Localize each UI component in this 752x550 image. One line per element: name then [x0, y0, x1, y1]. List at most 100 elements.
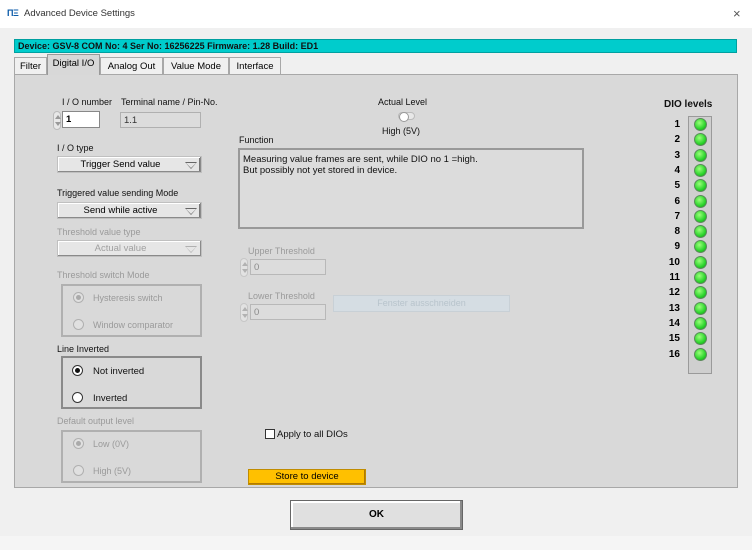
inverted-label: Inverted	[93, 393, 128, 404]
threshold-type-value: Actual value	[94, 243, 147, 254]
dio-led-icon	[694, 316, 707, 330]
close-icon[interactable]: ×	[733, 6, 741, 21]
dio-led-icon	[694, 255, 707, 269]
ok-button[interactable]: OK	[290, 500, 463, 530]
dio-row: 2	[664, 133, 714, 148]
tab-value-mode[interactable]: Value Mode	[163, 57, 229, 75]
upper-threshold-stepper[interactable]	[240, 258, 248, 277]
dio-number: 14	[668, 317, 680, 329]
dio-led-icon	[694, 301, 707, 315]
dio-row: 16	[664, 347, 714, 363]
device-info-bar: Device: GSV-8 COM No: 4 Ser No: 16256225…	[14, 39, 737, 53]
apply-all-checkbox[interactable]	[265, 429, 275, 439]
apply-all-label: Apply to all DIOs	[277, 429, 348, 440]
not-inverted-label: Not inverted	[93, 366, 145, 377]
dio-number: 9	[674, 241, 680, 253]
high-radio[interactable]	[73, 465, 84, 476]
not-inverted-radio[interactable]	[72, 365, 83, 376]
store-to-device-button[interactable]: Store to device	[248, 469, 366, 485]
io-type-label: I / O type	[57, 143, 94, 153]
threshold-type-label: Threshold value type	[57, 227, 141, 237]
dio-levels-title: DIO levels	[664, 99, 713, 110]
dio-number: 11	[669, 272, 680, 283]
trig-mode-select[interactable]: Send while active	[57, 202, 202, 219]
default-output-label: Default output level	[57, 416, 135, 426]
dio-number: 4	[674, 164, 680, 176]
dio-number: 5	[674, 180, 680, 192]
low-radio[interactable]	[73, 438, 84, 449]
io-type-value: Trigger Send value	[80, 159, 161, 170]
io-number-stepper[interactable]	[53, 111, 61, 130]
dio-led-icon	[694, 194, 707, 208]
dio-number: 16	[668, 348, 680, 360]
lower-threshold-label: Lower Threshold	[248, 291, 315, 301]
high-label: High (5V)	[93, 466, 132, 476]
dio-led-icon	[694, 133, 707, 147]
threshold-switch-label: Threshold switch Mode	[57, 270, 150, 280]
dio-number: 2	[674, 134, 680, 146]
dio-number: 15	[668, 333, 680, 345]
dio-led-icon	[694, 286, 707, 300]
title-bar: ΠΞ Advanced Device Settings ×	[0, 0, 752, 28]
chevron-down-icon	[185, 162, 197, 169]
inverted-radio[interactable]	[72, 392, 83, 403]
actual-level-toggle	[398, 112, 415, 122]
tab-interface[interactable]: Interface	[229, 57, 281, 75]
actual-level-label: Actual Level	[378, 97, 428, 107]
io-type-select[interactable]: Trigger Send value	[57, 156, 202, 173]
upper-threshold-input[interactable]: 0	[250, 259, 326, 275]
dio-row: 7	[664, 209, 714, 225]
io-number-label: I / O number	[62, 97, 113, 107]
combo-separator	[199, 204, 200, 217]
dio-number: 6	[674, 195, 680, 207]
tab-digital-io[interactable]: Digital I/O	[47, 54, 100, 75]
dio-led-icon	[694, 148, 707, 162]
dio-led-icon	[694, 163, 707, 177]
trig-mode-label: Triggered value sending Mode	[57, 188, 179, 198]
dio-number: 7	[674, 210, 680, 222]
window-comparator-label: Window comparator	[93, 320, 174, 330]
combo-separator	[199, 158, 200, 171]
dio-number: 12	[668, 287, 680, 299]
dio-number: 10	[668, 256, 680, 268]
tab-analog-out[interactable]: Analog Out	[100, 57, 163, 75]
trig-mode-value: Send while active	[83, 205, 158, 216]
window-title: Advanced Device Settings	[24, 8, 135, 19]
dio-row: 3	[664, 148, 714, 164]
function-textarea: Measuring value frames are sent, while D…	[238, 148, 584, 229]
line-inverted-group	[61, 356, 202, 409]
dio-number: 3	[674, 149, 680, 161]
dio-row: 1	[664, 118, 714, 133]
function-text-line1: Measuring value frames are sent, while D…	[243, 154, 478, 165]
dio-row: 6	[664, 194, 714, 210]
default-output-group	[61, 430, 202, 483]
terminal-name-field: 1.1	[120, 112, 201, 128]
dio-led-icon	[694, 179, 707, 193]
dio-row: 12	[664, 286, 714, 301]
dio-row: 4	[664, 163, 714, 179]
hysteresis-radio[interactable]	[73, 292, 84, 303]
status-strip	[0, 536, 752, 550]
tab-filter[interactable]: Filter	[14, 57, 47, 75]
threshold-type-select[interactable]: Actual value	[57, 240, 202, 257]
function-text-line2: But possibly not yet stored in device.	[243, 165, 398, 176]
dio-led-icon	[694, 347, 707, 361]
upper-threshold-label: Upper Threshold	[248, 246, 315, 256]
dio-row: 5	[664, 179, 714, 194]
fenster-ausschneiden-button[interactable]: Fenster ausschneiden	[333, 295, 510, 312]
dio-led-icon	[694, 332, 707, 346]
dio-led-icon	[694, 271, 707, 284]
window-comparator-radio[interactable]	[73, 319, 84, 330]
dio-row: 10	[664, 255, 714, 271]
io-number-input[interactable]: 1	[62, 111, 100, 128]
terminal-name-label: Terminal name / Pin-No.	[121, 97, 218, 107]
lower-threshold-input[interactable]: 0	[250, 304, 326, 320]
lower-threshold-stepper[interactable]	[240, 303, 248, 322]
dio-row: 11	[664, 271, 714, 286]
dio-led-icon	[694, 240, 707, 254]
hysteresis-label: Hysteresis switch	[93, 293, 163, 303]
dio-row: 14	[664, 316, 714, 332]
dio-row: 15	[664, 332, 714, 347]
dio-row: 9	[664, 240, 714, 255]
dio-led-icon	[694, 118, 707, 131]
